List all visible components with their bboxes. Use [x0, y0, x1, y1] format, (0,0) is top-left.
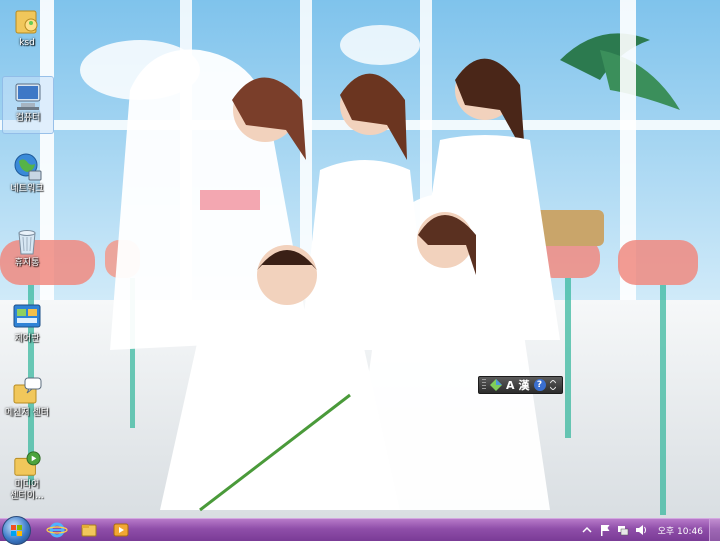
desktop[interactable]: ksd 컴퓨터 네트워크 휴지통 제어판 메신저 센터 미디어 센터이... A… [0, 0, 720, 518]
recycle-bin-icon [18, 230, 36, 255]
internet-explorer-icon [46, 522, 68, 538]
desktop-icon-media-center[interactable]: 미디어 센터이... [2, 446, 52, 502]
volume-speaker-icon[interactable] [634, 523, 648, 537]
network-status-icon[interactable] [616, 523, 630, 537]
taskbar-internet-explorer[interactable] [46, 521, 68, 539]
ime-options-chevron-icon[interactable] [549, 380, 556, 390]
icon-label: 휴지통 [14, 258, 40, 268]
user-folder-icon [15, 10, 38, 34]
show-hidden-icons-chevron-icon[interactable] [580, 523, 594, 537]
desktop-icon-control-panel[interactable]: 제어판 [2, 298, 52, 354]
desktop-icon-network[interactable]: 네트워크 [2, 148, 52, 204]
desktop-icon-recycle-bin[interactable]: 휴지통 [2, 222, 52, 278]
ime-hanja-button[interactable]: 漢 [519, 377, 530, 393]
messenger-center-icon [13, 377, 42, 404]
wallpaper-image [0, 0, 720, 518]
media-center-icon [14, 451, 41, 476]
icon-label: ksd [19, 38, 35, 48]
ime-grip-handle[interactable] [482, 379, 486, 391]
taskbar-media-player[interactable] [110, 521, 132, 539]
show-desktop-button[interactable] [709, 519, 720, 541]
taskbar-windows-explorer[interactable] [78, 521, 100, 539]
ime-language-bar[interactable]: A 漢 ? [478, 376, 563, 394]
taskbar: 오후 10:46 [0, 516, 720, 545]
start-button[interactable] [2, 516, 31, 545]
desktop-icon-user-folder[interactable]: ksd [2, 2, 52, 58]
taskbar-clock[interactable]: 오후 10:46 [658, 524, 703, 537]
network-icon [14, 153, 42, 181]
icon-label: 컴퓨터 [15, 113, 41, 123]
computer-icon [15, 83, 41, 110]
desktop-icon-computer[interactable]: 컴퓨터 [2, 76, 54, 134]
action-center-flag-icon[interactable] [598, 523, 612, 537]
icon-label: 메신저 센터 [4, 408, 50, 418]
desktop-icon-messenger-center[interactable]: 메신저 센터 [2, 372, 52, 428]
icon-label: 제어판 [14, 334, 40, 344]
windows-explorer-icon [81, 524, 97, 537]
ime-mode-toggle[interactable]: A [506, 379, 515, 392]
icon-label: 미디어 센터이... [10, 480, 44, 501]
ime-help-button[interactable]: ? [533, 379, 546, 391]
system-tray: 오후 10:46 [578, 519, 720, 541]
control-panel-icon [13, 304, 41, 328]
ime-diamond-icon[interactable] [490, 379, 502, 391]
media-player-icon [113, 523, 129, 537]
icon-label: 네트워크 [10, 184, 44, 194]
